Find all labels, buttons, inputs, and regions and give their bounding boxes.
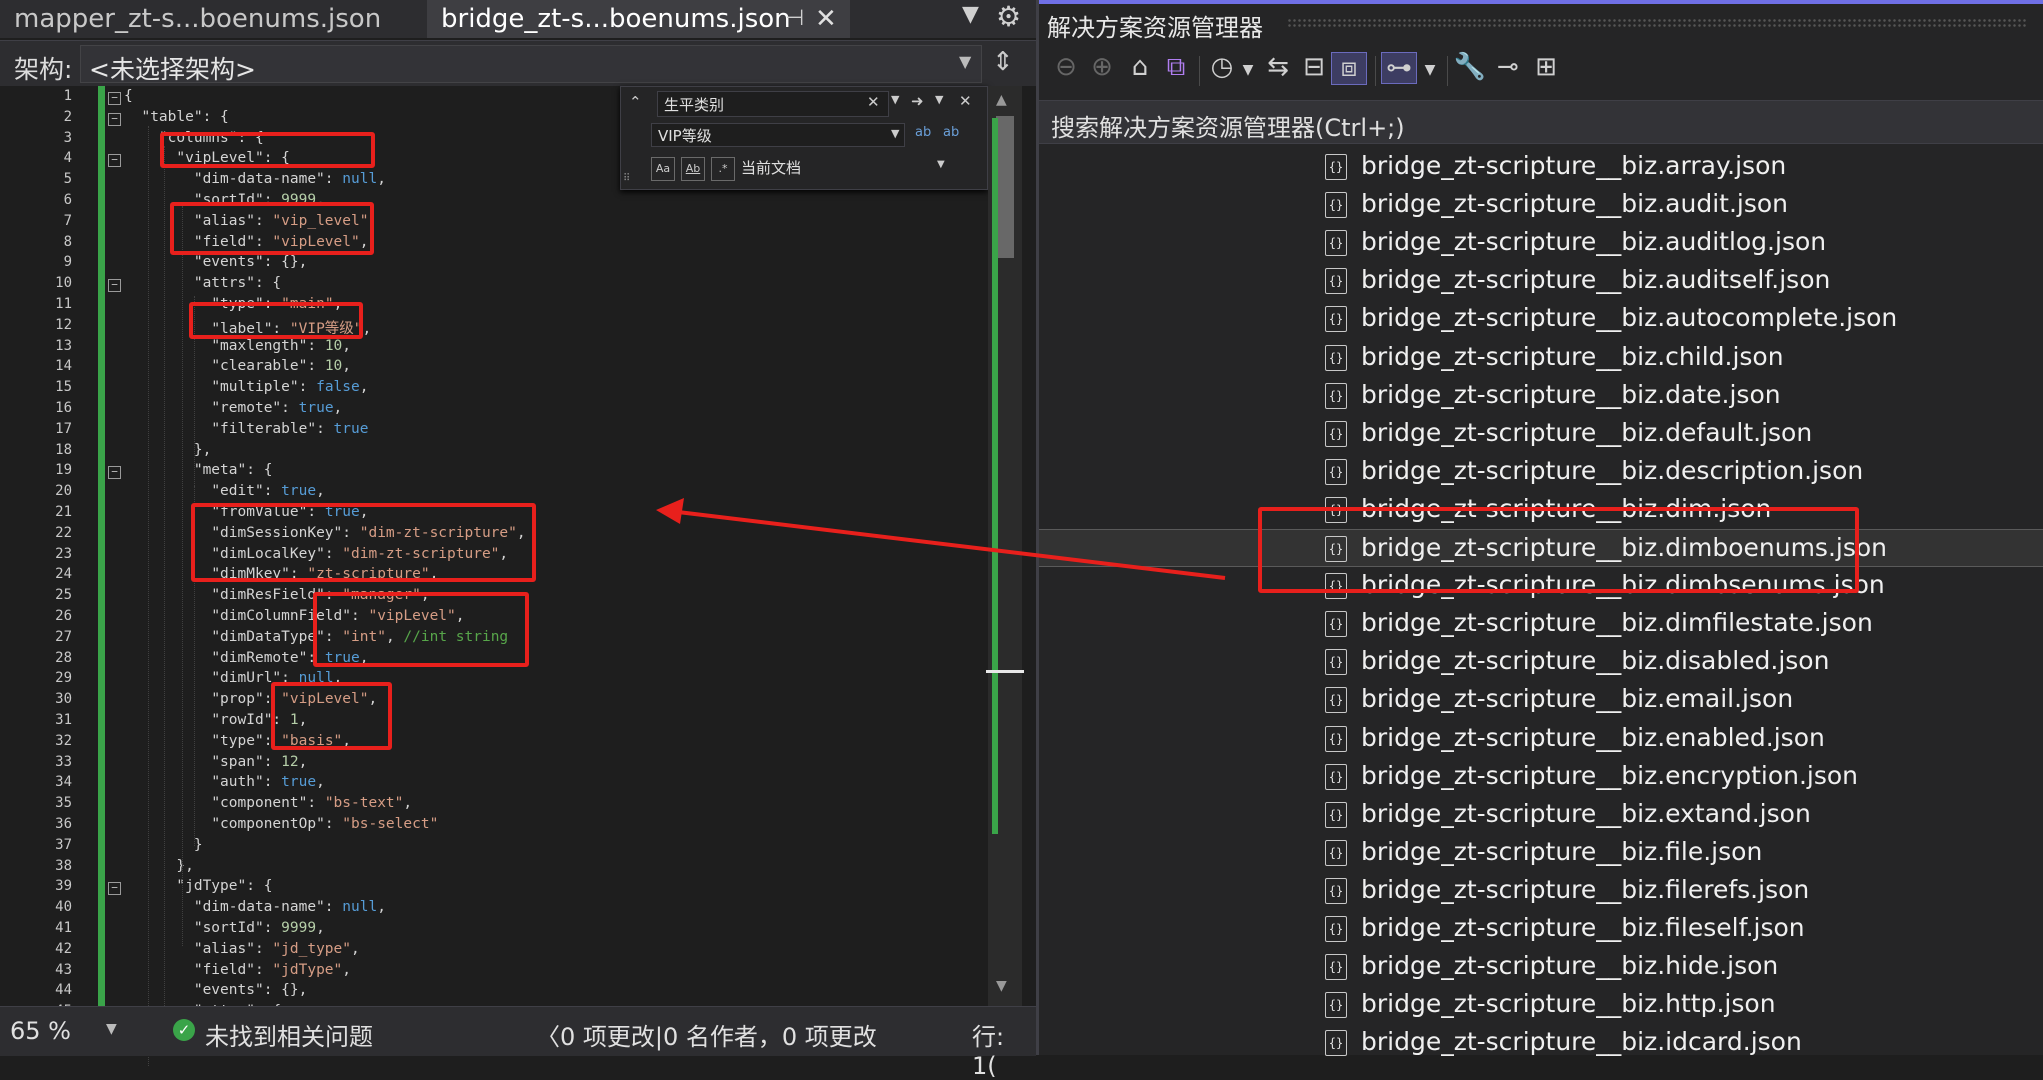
arrow-head [656,498,684,524]
annotation-arrow [656,498,1226,580]
arrow-line [677,510,1226,580]
